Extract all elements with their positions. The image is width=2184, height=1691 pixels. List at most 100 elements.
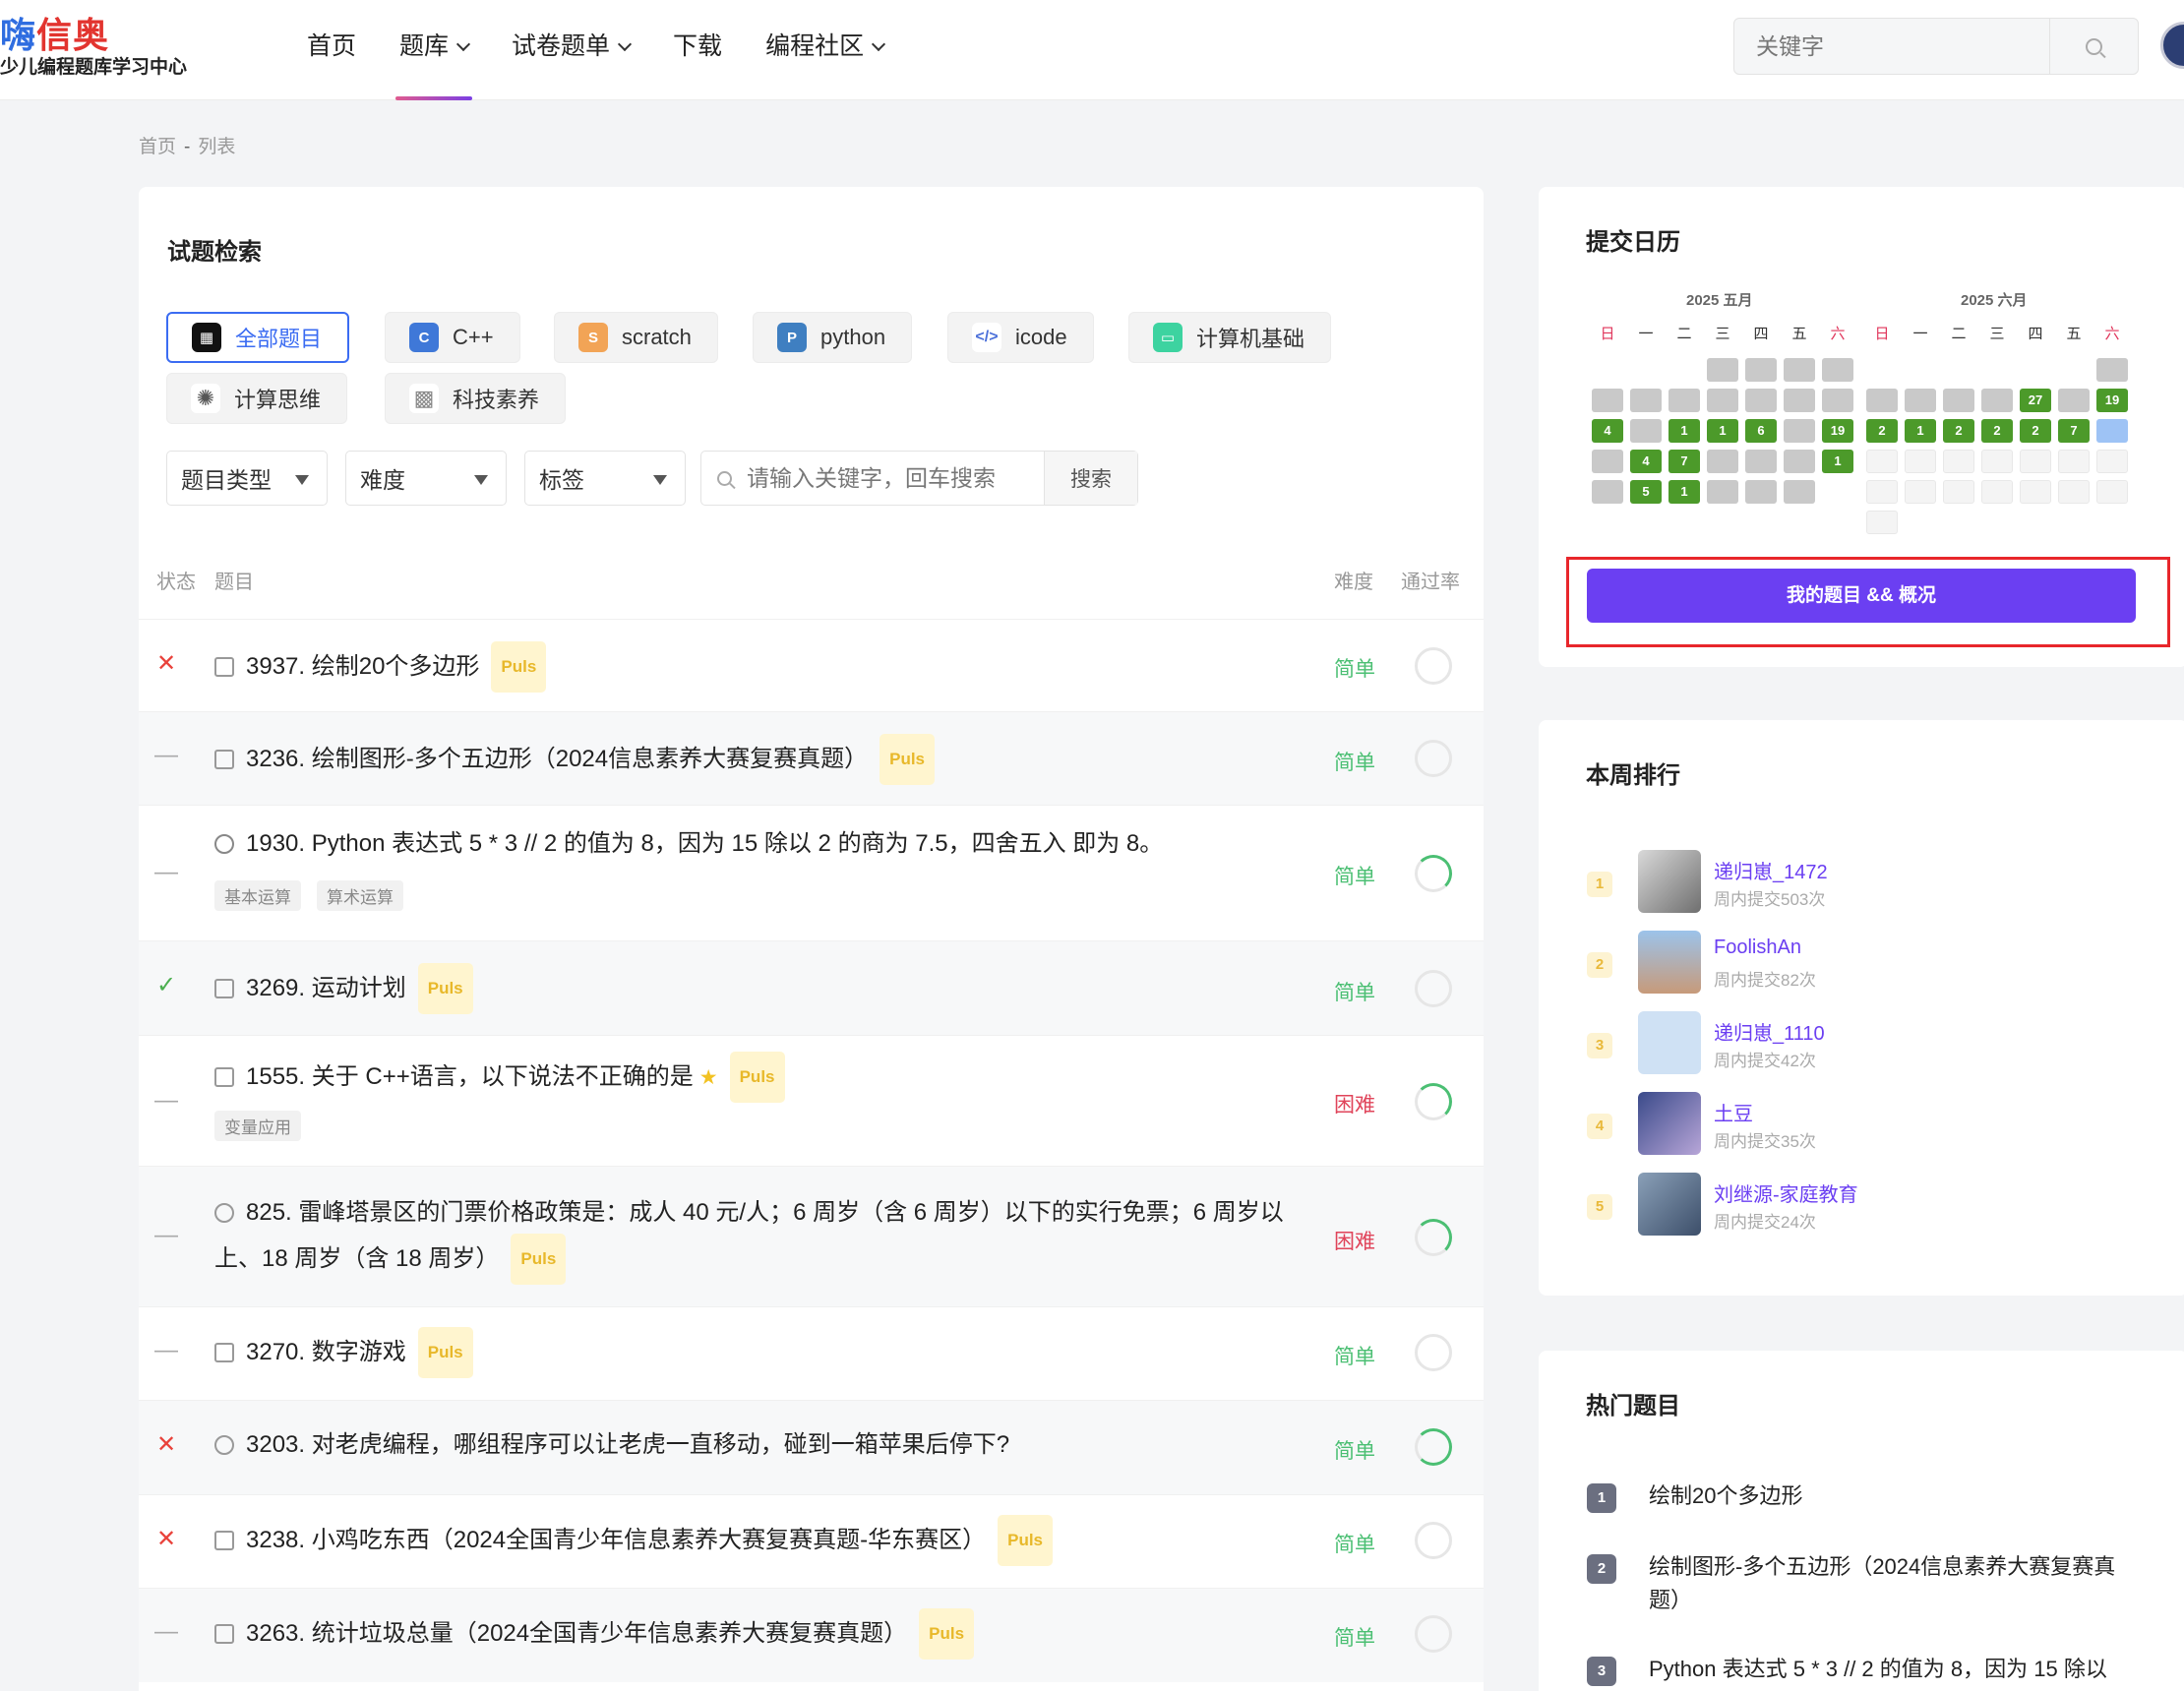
nav-download[interactable]: 下载 [651, 0, 744, 100]
table-row[interactable]: — 825. 雷峰塔景区的门票价格政策是：成人 40 元/人；6 周岁（含 6 … [139, 1166, 1484, 1306]
calendar-day[interactable]: 27 [2020, 389, 2051, 412]
category-scratch[interactable]: Sscratch [554, 312, 718, 363]
calendar-day[interactable]: 1 [1707, 419, 1738, 443]
table-row[interactable]: ✕ 3203. 对老虎编程，哪组程序可以让老虎一直移动，碰到一箱苹果后停下? 简… [139, 1400, 1484, 1494]
category-computational-thinking[interactable]: ✺ 计算思维 [166, 373, 348, 424]
hot-question-item[interactable]: 1 绘制20个多边形 [1587, 1480, 2138, 1519]
category-all[interactable]: ▦ 全部题目 [166, 312, 350, 363]
calendar-day[interactable]: 6 [1745, 419, 1777, 443]
question-title[interactable]: 3238. 小鸡吃东西（2024全国青少年信息素养大赛复赛真题-华东赛区） Pul… [214, 1515, 1054, 1568]
category-python[interactable]: Ppython [753, 312, 913, 363]
question-title[interactable]: 3236. 绘制图形-多个五边形（2024信息素养大赛复赛真题） Puls [214, 734, 936, 787]
question-title[interactable]: 3270. 数字游戏 Puls [214, 1327, 473, 1380]
table-row[interactable]: ✓ 3269. 运动计划 Puls 简单 [139, 940, 1484, 1035]
calendar-day[interactable]: 7 [1668, 450, 1700, 473]
tag-select[interactable]: 标签 [524, 451, 686, 506]
table-row[interactable]: ✕ 3937. 绘制20个多边形 Puls 简单 [139, 619, 1484, 711]
calendar-day[interactable] [1784, 450, 1815, 473]
difficulty-select[interactable]: 难度 [345, 451, 507, 506]
question-tag[interactable]: 基本运算 [214, 880, 301, 911]
calendar-day[interactable] [1630, 389, 1662, 412]
calendar-day[interactable] [1745, 450, 1777, 473]
calendar-day[interactable]: 4 [1630, 450, 1662, 473]
ranking-item[interactable]: 5 刘继源-家庭教育 周内提交24次 [1587, 1173, 2138, 1241]
category-cpp[interactable]: C C++ [385, 312, 520, 363]
calendar-day[interactable]: 2 [2020, 419, 2051, 443]
avatar[interactable] [1638, 931, 1701, 994]
my-questions-button[interactable]: 我的题目 && 概况 [1587, 569, 2136, 623]
ranking-item[interactable]: 4 土豆 周内提交35次 [1587, 1092, 2138, 1161]
hot-question-item[interactable]: 2 绘制图形-多个五边形（2024信息素养大赛复赛真题） [1587, 1550, 2138, 1619]
calendar-day[interactable] [1592, 450, 1623, 473]
avatar[interactable] [1638, 1092, 1701, 1155]
category-tech-literacy[interactable]: ▩ 科技素养 [385, 373, 567, 424]
avatar[interactable] [1638, 1173, 1701, 1236]
type-select[interactable]: 题目类型 [166, 451, 328, 506]
calendar-day[interactable] [1707, 389, 1738, 412]
calendar-day[interactable] [1784, 480, 1815, 504]
calendar-day[interactable] [1943, 389, 1974, 412]
calendar-day[interactable] [1784, 389, 1815, 412]
nav-community[interactable]: 编程社区 [744, 0, 905, 100]
calendar-day[interactable] [1905, 389, 1936, 412]
calendar-day[interactable]: 7 [2058, 419, 2090, 443]
ranking-item[interactable]: 2 FoolishAn 周内提交82次 [1587, 931, 2138, 999]
calendar-day[interactable] [1707, 480, 1738, 504]
calendar-day[interactable]: 1 [1668, 480, 1700, 504]
user-name[interactable]: 刘继源-家庭教育 [1714, 1178, 1858, 1207]
calendar-day[interactable] [1592, 389, 1623, 412]
hot-question-title[interactable]: 绘制20个多边形 [1649, 1480, 2136, 1513]
calendar-day[interactable] [1822, 358, 1853, 382]
calendar-day[interactable] [1668, 389, 1700, 412]
ranking-item[interactable]: 1 递归崽_1472 周内提交503次 [1587, 850, 2138, 919]
user-avatar[interactable] [2160, 22, 2184, 69]
calendar-day[interactable] [1822, 389, 1853, 412]
calendar-day[interactable]: 1 [1822, 450, 1853, 473]
user-name[interactable]: FoolishAn [1714, 936, 1801, 959]
keyword-input[interactable]: 请输入关键字，回车搜索 [747, 452, 1044, 505]
calendar-day[interactable] [2058, 389, 2090, 412]
keyword-search-button[interactable]: 搜索 [1044, 452, 1137, 505]
nav-papers[interactable]: 试卷题单 [490, 0, 651, 100]
question-title[interactable]: 1555. 关于 C++语言，以下说法不正确的是 ★ Puls [214, 1052, 785, 1105]
calendar-day[interactable]: 5 [1630, 480, 1662, 504]
table-row[interactable]: — 3270. 数字游戏 Puls 简单 [139, 1306, 1484, 1400]
ranking-item[interactable]: 3 递归崽_1110 周内提交42次 [1587, 1011, 2138, 1080]
calendar-day[interactable]: 4 [1592, 419, 1623, 443]
header-search-button[interactable] [2049, 19, 2138, 74]
calendar-day[interactable] [1784, 358, 1815, 382]
calendar-day[interactable] [1630, 419, 1662, 443]
table-row[interactable]: — 1930. Python 表达式 5 * 3 // 2 的值为 8，因为 1… [139, 805, 1484, 940]
calendar-day[interactable]: 19 [2096, 389, 2128, 412]
calendar-day[interactable] [1866, 389, 1898, 412]
table-row[interactable]: — 1555. 关于 C++语言，以下说法不正确的是 ★ Puls 变量应用 困难 [139, 1035, 1484, 1166]
avatar[interactable] [1638, 1011, 1701, 1074]
calendar-day[interactable] [1745, 389, 1777, 412]
calendar-day[interactable]: 2 [1866, 419, 1898, 443]
header-search-input[interactable] [1734, 19, 2049, 74]
calendar-day[interactable] [1707, 358, 1738, 382]
user-name[interactable]: 递归崽_1110 [1714, 1017, 1825, 1046]
hot-question-item[interactable]: 3 Python 表达式 5 * 3 // 2 的值为 8，因为 15 除以 [1587, 1653, 2138, 1691]
user-name[interactable]: 土豆 [1714, 1098, 1753, 1126]
calendar-day[interactable]: 1 [1905, 419, 1936, 443]
calendar-day-today[interactable] [2096, 419, 2128, 443]
question-title[interactable]: 3937. 绘制20个多边形 Puls [214, 641, 547, 695]
question-title[interactable]: 1930. Python 表达式 5 * 3 // 2 的值为 8，因为 15 … [214, 821, 1163, 867]
question-tag[interactable]: 算术运算 [317, 880, 403, 911]
calendar-day[interactable]: 1 [1668, 419, 1700, 443]
calendar-day[interactable] [1745, 358, 1777, 382]
calendar-day[interactable]: 2 [1943, 419, 1974, 443]
table-row[interactable]: — 3236. 绘制图形-多个五边形（2024信息素养大赛复赛真题） Puls 简… [139, 711, 1484, 805]
category-icode[interactable]: </> icode [947, 312, 1094, 363]
calendar-day[interactable] [1745, 480, 1777, 504]
hot-question-title[interactable]: Python 表达式 5 * 3 // 2 的值为 8，因为 15 除以 [1649, 1653, 2136, 1686]
calendar-day[interactable] [1707, 450, 1738, 473]
question-title[interactable]: 825. 雷峰塔景区的门票价格政策是：成人 40 元/人；6 周岁（含 6 周岁… [214, 1190, 1306, 1287]
user-name[interactable]: 递归崽_1472 [1714, 856, 1828, 884]
hot-question-title[interactable]: 绘制图形-多个五边形（2024信息素养大赛复赛真题） [1649, 1550, 2136, 1617]
question-title[interactable]: 3269. 运动计划 Puls [214, 963, 473, 1016]
question-title[interactable]: 3263. 统计垃圾总量（2024全国青少年信息素养大赛复赛真题） Puls [214, 1608, 975, 1661]
avatar[interactable] [1638, 850, 1701, 913]
nav-question-bank[interactable]: 题库 [378, 0, 490, 100]
